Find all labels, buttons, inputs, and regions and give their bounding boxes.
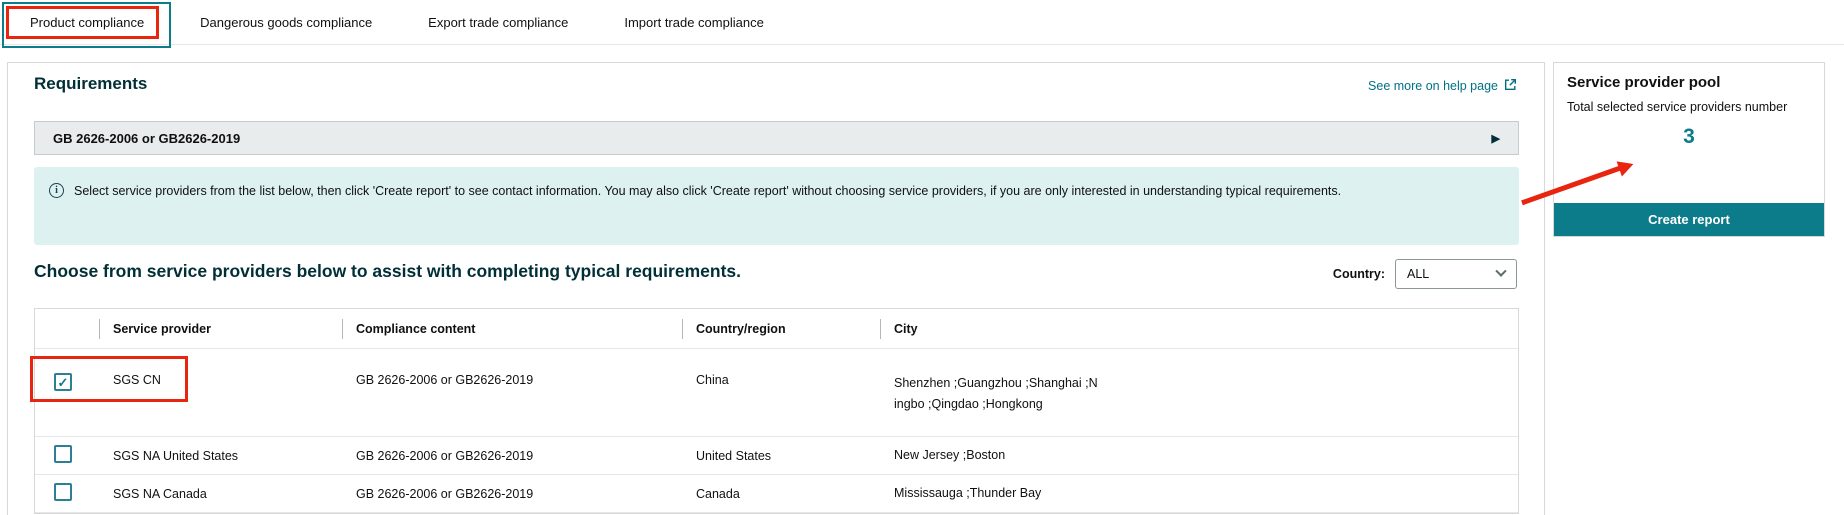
- cell-city: Mississauga ;Thunder Bay: [894, 483, 1041, 504]
- tab-product-compliance[interactable]: Product compliance: [2, 0, 172, 44]
- row-checkbox[interactable]: [54, 373, 72, 391]
- service-provider-pool-card: Service provider pool Total selected ser…: [1553, 62, 1825, 237]
- cell-country-region: Canada: [682, 487, 880, 501]
- country-filter: Country: ALL: [1333, 259, 1517, 289]
- requirement-accordion-header[interactable]: GB 2626-2006 or GB2626-2019 ▶: [34, 121, 1519, 155]
- pool-title: Service provider pool: [1567, 74, 1811, 91]
- table-row: SGS CN GB 2626-2006 or GB2626-2019 China…: [35, 349, 1518, 437]
- country-filter-label: Country:: [1333, 267, 1385, 281]
- info-banner-text: Select service providers from the list b…: [74, 182, 1341, 245]
- table-header-row: Service provider Compliance content Coun…: [35, 309, 1518, 349]
- main-panel: Requirements See more on help page GB 26…: [7, 62, 1545, 515]
- chevron-down-icon: [1495, 266, 1506, 277]
- header-city: City: [880, 322, 1518, 336]
- requirement-accordion-label: GB 2626-2006 or GB2626-2019: [53, 131, 240, 146]
- cell-compliance-content: GB 2626-2006 or GB2626-2019: [342, 449, 682, 463]
- accordion-collapsed-triangle-icon: ▶: [1492, 132, 1500, 145]
- cell-country-region: United States: [682, 449, 880, 463]
- row-checkbox[interactable]: [54, 445, 72, 463]
- header-country-region: Country/region: [682, 322, 880, 336]
- row-checkbox[interactable]: [54, 483, 72, 501]
- tab-export-trade-compliance[interactable]: Export trade compliance: [400, 0, 596, 44]
- external-link-icon: [1504, 78, 1517, 94]
- header-compliance-content: Compliance content: [342, 322, 682, 336]
- cell-compliance-content: GB 2626-2006 or GB2626-2019: [342, 487, 682, 501]
- help-page-link[interactable]: See more on help page: [1368, 78, 1517, 94]
- requirements-title: Requirements: [34, 74, 147, 94]
- info-banner: i Select service providers from the list…: [34, 167, 1519, 245]
- table-row: SGS NA United States GB 2626-2006 or GB2…: [35, 437, 1518, 475]
- cell-city: New Jersey ;Boston: [894, 445, 1005, 466]
- selected-providers-count: 3: [1554, 125, 1824, 149]
- create-report-button[interactable]: Create report: [1554, 203, 1824, 236]
- country-select[interactable]: ALL: [1395, 259, 1517, 289]
- cell-compliance-content: GB 2626-2006 or GB2626-2019: [342, 373, 682, 387]
- info-icon: i: [49, 183, 64, 198]
- cell-city: Shenzhen ;Guangzhou ;Shanghai ;Ningbo ;Q…: [894, 373, 1100, 415]
- table-row: SGS NA Canada GB 2626-2006 or GB2626-201…: [35, 475, 1518, 513]
- cell-service-provider: SGS CN: [99, 373, 342, 387]
- header-service-provider: Service provider: [99, 322, 342, 336]
- page: Product compliance Dangerous goods compl…: [0, 0, 1844, 515]
- cell-service-provider: SGS NA United States: [99, 449, 342, 463]
- cell-country-region: China: [682, 373, 880, 387]
- pool-subtitle: Total selected service providers number: [1567, 100, 1811, 114]
- help-link-label: See more on help page: [1368, 79, 1498, 93]
- providers-section-heading: Choose from service providers below to a…: [34, 261, 741, 282]
- service-providers-table: Service provider Compliance content Coun…: [34, 308, 1519, 514]
- tab-import-trade-compliance[interactable]: Import trade compliance: [596, 0, 791, 44]
- compliance-tab-bar: Product compliance Dangerous goods compl…: [0, 0, 1844, 45]
- country-select-value: ALL: [1407, 267, 1429, 281]
- tab-dangerous-goods-compliance[interactable]: Dangerous goods compliance: [172, 0, 400, 44]
- cell-service-provider: SGS NA Canada: [99, 487, 342, 501]
